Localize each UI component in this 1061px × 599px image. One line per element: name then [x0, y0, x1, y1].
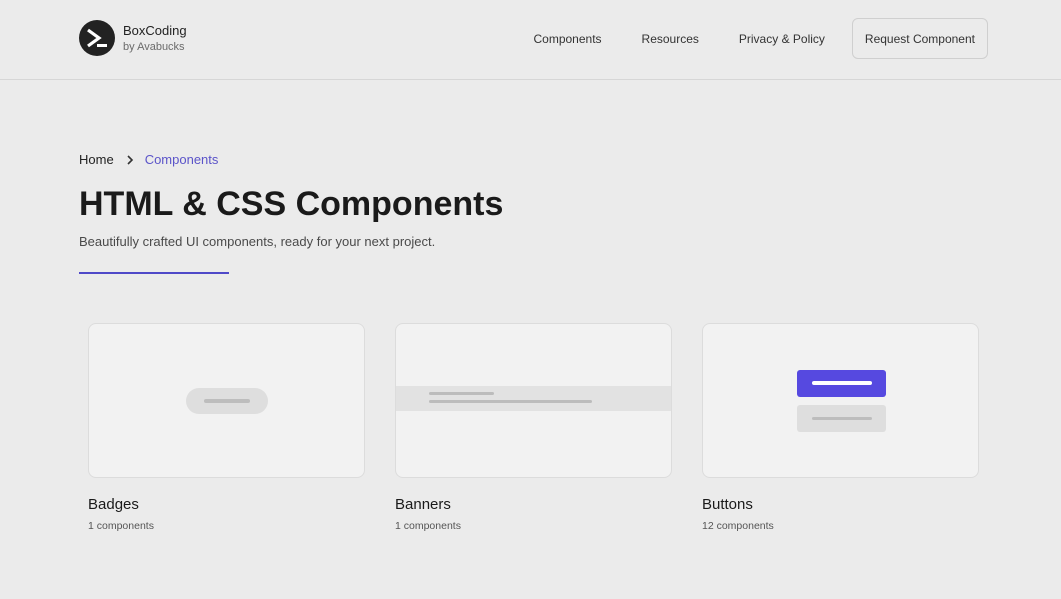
buttons-preview-secondary [797, 405, 886, 432]
card-banners[interactable]: Banners 1 components [395, 323, 672, 532]
badge-preview-pill [186, 388, 268, 414]
card-count: 1 components [395, 520, 461, 532]
card-title[interactable]: Banners [395, 496, 672, 513]
card-badges[interactable]: Badges 1 components [88, 323, 365, 532]
nav-link-resources[interactable]: Resources [642, 19, 699, 59]
page-title: HTML & CSS Components [79, 185, 504, 223]
brand-subtitle: by Avabucks [123, 40, 185, 53]
brand-logo[interactable]: BoxCoding by Avabucks [79, 20, 187, 56]
site-header: BoxCoding by Avabucks Components Resourc… [0, 0, 1061, 80]
page-subtitle: Beautifully crafted UI components, ready… [79, 234, 436, 249]
request-component-button[interactable]: Request Component [851, 18, 988, 59]
buttons-preview-primary [797, 370, 886, 397]
prompt-chevron-icon [79, 20, 115, 56]
card-title[interactable]: Badges [88, 496, 365, 513]
main-nav: Components Resources Privacy & Policy Re… [533, 18, 988, 59]
brand-title: BoxCoding [123, 22, 187, 38]
card-buttons[interactable]: Buttons 12 components [702, 323, 979, 532]
card-count: 1 components [88, 520, 154, 532]
card-title[interactable]: Buttons [702, 496, 979, 513]
badge-preview[interactable] [88, 323, 365, 478]
breadcrumb-current: Components [144, 152, 219, 167]
buttons-preview[interactable] [702, 323, 979, 478]
chevron-right-icon [126, 154, 134, 165]
card-count: 12 components [702, 520, 774, 532]
nav-link-components[interactable]: Components [533, 19, 601, 59]
nav-link-privacy-policy[interactable]: Privacy & Policy [739, 19, 825, 59]
breadcrumb: Home Components [79, 152, 218, 167]
banner-preview[interactable] [395, 323, 672, 478]
banner-preview-strip [396, 386, 671, 411]
title-underline [79, 272, 229, 274]
breadcrumb-home[interactable]: Home [79, 152, 114, 167]
